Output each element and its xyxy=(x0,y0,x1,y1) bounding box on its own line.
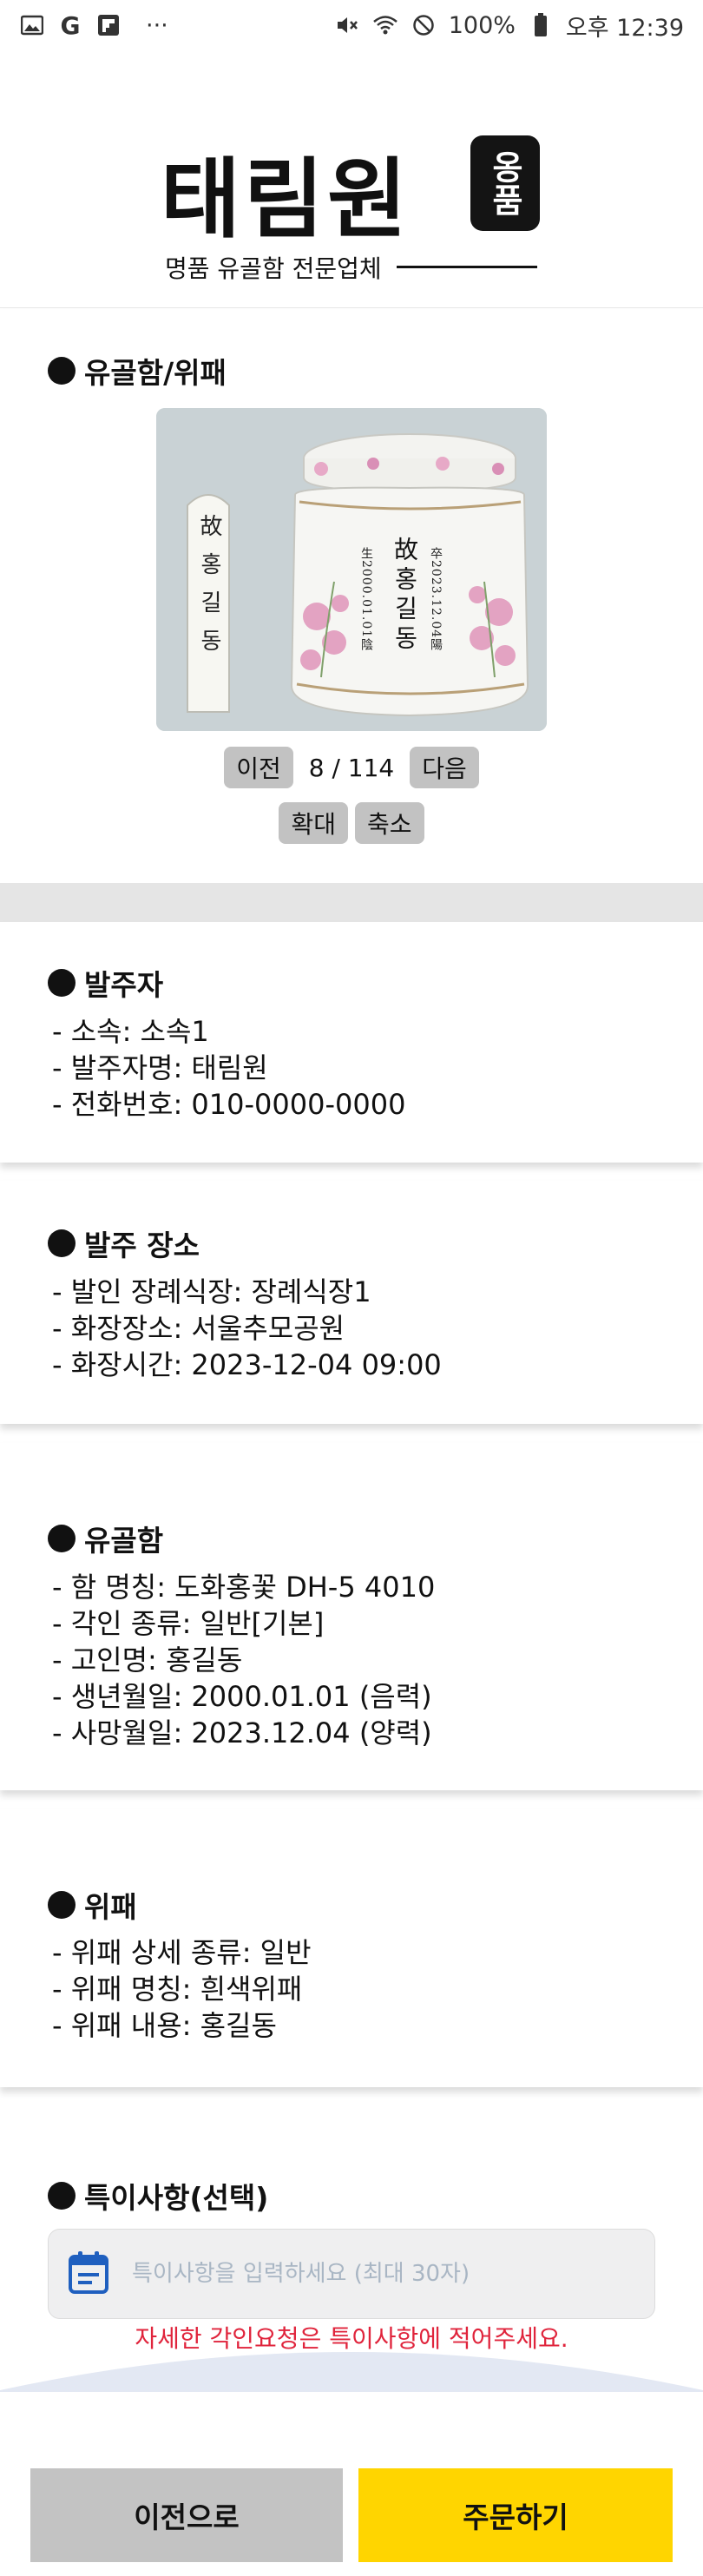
bullet-icon xyxy=(48,2182,76,2210)
battery-icon xyxy=(528,12,554,38)
product-image[interactable]: 故홍길동 生2000.01.01陰 故홍길동 卒2023.12.04陽 xyxy=(156,408,547,731)
memo-input[interactable] xyxy=(132,2261,635,2287)
orderer-phone: - 전화번호: 010-0000-0000 xyxy=(52,1088,406,1121)
zoom-out-button[interactable]: 축소 xyxy=(355,802,424,844)
bottom-action-bar: 이전으로 주문하기 xyxy=(0,2392,703,2576)
zoom-in-button[interactable]: 확대 xyxy=(279,802,348,844)
urn-title: 유골함 xyxy=(84,1524,164,1558)
place-title: 발주 장소 xyxy=(84,1229,200,1262)
product-title: 유골함/위패 xyxy=(84,356,227,390)
tablet-title: 위패 xyxy=(84,1890,137,1924)
logo-seal: 옹품 xyxy=(470,135,540,231)
order-button[interactable]: 주문하기 xyxy=(358,2468,673,2562)
prev-image-button[interactable]: 이전 xyxy=(224,747,293,788)
urn-death-inscription: 卒2023.12.04陽 xyxy=(429,547,443,652)
urn-info: - 함 명칭: 도화홍꽃 DH-5 4010 - 각인 종류: 일반[기본] -… xyxy=(52,1569,435,1751)
image-pager: 이전 8 / 114 다음 xyxy=(0,747,703,788)
back-button[interactable]: 이전으로 xyxy=(30,2468,343,2562)
status-bar: G ··· 100% 오후 12:39 xyxy=(0,0,703,50)
memo-field[interactable] xyxy=(48,2229,655,2319)
orderer-name: - 발주자명: 태림원 xyxy=(52,1051,268,1084)
clock: 오후 12:39 xyxy=(565,14,684,42)
logo-divider xyxy=(397,266,537,268)
orderer-info: - 소속: 소속1 - 발주자명: 태림원 - 전화번호: 010-0000-0… xyxy=(52,1013,405,1123)
tablet-info: - 위패 상세 종류: 일반 - 위패 명칭: 흰색위패 - 위패 내용: 홍길… xyxy=(52,1934,312,2044)
bullet-icon xyxy=(48,1525,76,1552)
urn-product-name: - 함 명칭: 도화홍꽃 DH-5 4010 xyxy=(52,1571,436,1604)
next-image-button[interactable]: 다음 xyxy=(410,747,479,788)
flipboard-icon xyxy=(95,12,122,38)
tablet-inscription: 故홍길동 xyxy=(196,514,222,667)
tablet-section-title: 위패 xyxy=(48,1884,137,1926)
orderer-title: 발주자 xyxy=(84,968,164,1002)
cremation-place: - 화장장소: 서울추모공원 xyxy=(52,1312,345,1345)
deceased-name: - 고인명: 홍길동 xyxy=(52,1644,243,1677)
tablet-name: - 위패 명칭: 흰색위패 xyxy=(52,1973,303,2006)
battery-percent: 100% xyxy=(448,11,516,39)
memo-section-title: 특이사항(선택) xyxy=(48,2175,268,2217)
place-info: - 발인 장례식장: 장례식장1 - 화장장소: 서울추모공원 - 화장시간: … xyxy=(52,1274,442,1383)
bullet-icon xyxy=(48,1891,76,1919)
orderer-section-title: 발주자 xyxy=(48,962,163,1004)
memo-icon xyxy=(68,2250,109,2298)
funeral-hall: - 발인 장례식장: 장례식장1 xyxy=(52,1275,371,1308)
product-section-title: 유골함/위패 xyxy=(48,350,227,392)
engraving-type: - 각인 종류: 일반[기본] xyxy=(52,1607,325,1640)
mute-icon xyxy=(334,12,360,38)
section-divider xyxy=(0,883,703,922)
death-date: - 사망월일: 2023.12.04 (양력) xyxy=(52,1716,432,1749)
do-not-disturb-icon xyxy=(411,12,437,38)
wifi-icon xyxy=(372,12,398,38)
bullet-icon xyxy=(48,969,76,997)
google-icon: G xyxy=(60,10,81,40)
urn-section-title: 유골함 xyxy=(48,1518,163,1559)
place-section-title: 발주 장소 xyxy=(48,1222,200,1264)
status-left: G ··· xyxy=(19,10,168,40)
orderer-affiliation: - 소속: 소속1 xyxy=(52,1015,209,1048)
zoom-controls: 확대 축소 xyxy=(0,802,703,844)
brand-logo[interactable]: 태림원 옹품 명품 유골함 전문업체 xyxy=(161,128,542,311)
birth-date: - 생년월일: 2000.01.01 (음력) xyxy=(52,1680,432,1713)
logo-tagline: 명품 유골함 전문업체 xyxy=(165,254,382,283)
urn-name-inscription: 故홍길동 xyxy=(391,537,419,655)
logo-text: 태림원 xyxy=(161,148,411,250)
cremation-time: - 화장시간: 2023-12-04 09:00 xyxy=(52,1348,442,1381)
urn-birth-inscription: 生2000.01.01陰 xyxy=(359,547,373,652)
memo-title: 특이사항(선택) xyxy=(84,2181,269,2215)
tablet-content: - 위패 내용: 홍길동 xyxy=(52,2009,277,2042)
app-header: 태림원 옹품 명품 유골함 전문업체 xyxy=(0,50,703,308)
bullet-icon xyxy=(48,1229,76,1257)
status-right: 100% 오후 12:39 xyxy=(334,9,684,43)
gallery-icon xyxy=(19,12,45,38)
more-notifications-icon: ··· xyxy=(146,11,168,39)
tablet-detail-type: - 위패 상세 종류: 일반 xyxy=(52,1936,312,1969)
bullet-icon xyxy=(48,357,76,385)
image-page-count: 8 / 114 xyxy=(308,753,395,782)
